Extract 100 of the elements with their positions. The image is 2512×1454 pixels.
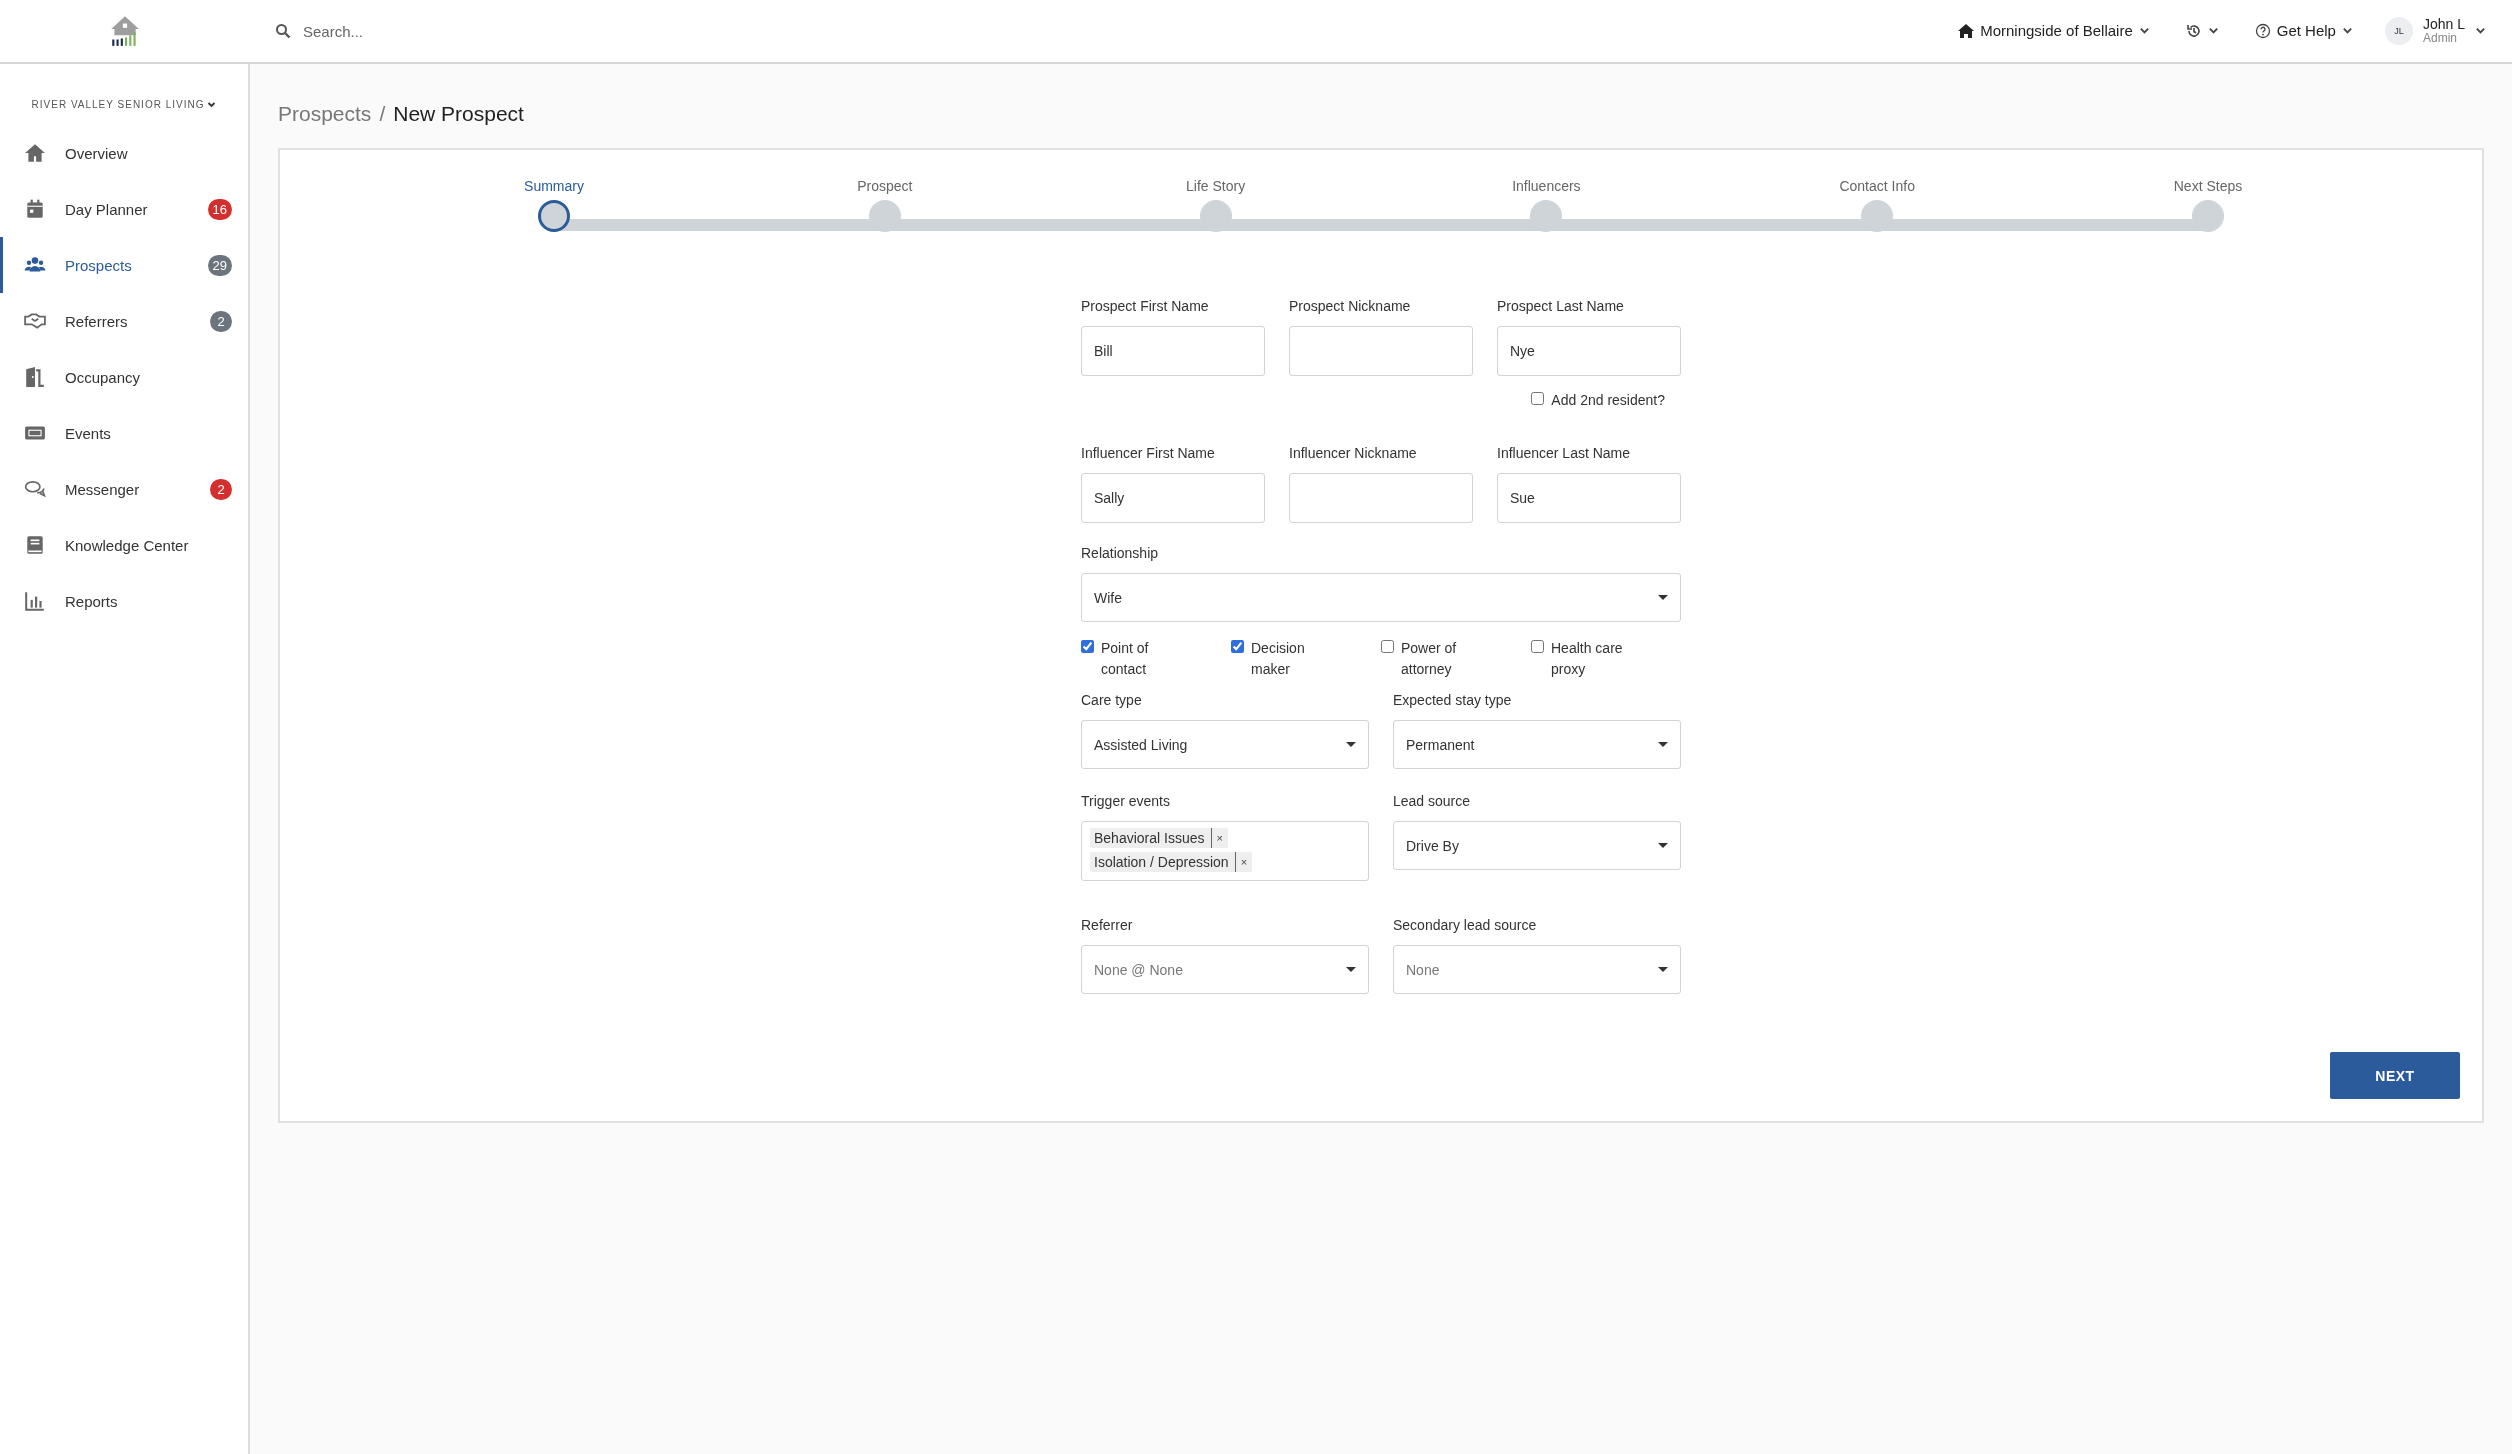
- nav-label: Events: [65, 424, 111, 442]
- sidebar-nav-item[interactable]: Reports: [0, 573, 248, 629]
- text-field[interactable]: Bill: [1081, 326, 1265, 376]
- breadcrumb-separator: /: [379, 102, 386, 126]
- text-field[interactable]: Sally: [1081, 473, 1265, 523]
- checkbox[interactable]: [1531, 640, 1544, 653]
- caret-down-icon: [1658, 967, 1668, 972]
- sidebar-nav-item[interactable]: Events: [0, 405, 248, 461]
- caret-down-icon: [1658, 595, 1668, 600]
- count-badge: 29: [207, 254, 232, 276]
- sidebar-nav-item[interactable]: Knowledge Center: [0, 517, 248, 573]
- checkbox[interactable]: [1381, 640, 1394, 653]
- book-icon: [24, 534, 46, 556]
- field-label: Care type: [1081, 692, 1143, 708]
- caret-down-icon: [1346, 742, 1356, 747]
- checkbox[interactable]: [1531, 392, 1545, 405]
- step-marker[interactable]: [538, 200, 570, 232]
- text-field[interactable]: Nye: [1497, 326, 1681, 376]
- sidebar-nav-item[interactable]: Day Planner 16: [0, 181, 248, 237]
- text-field[interactable]: [1289, 326, 1473, 376]
- chevron-down-icon: [2475, 25, 2486, 37]
- text-field[interactable]: [1289, 473, 1473, 523]
- caret-down-icon: [1658, 843, 1668, 848]
- organization-selector[interactable]: RIVER VALLEY SENIOR LIVING: [25, 98, 223, 111]
- field-label: Trigger events: [1081, 793, 1171, 809]
- user-name: John L: [2422, 16, 2465, 33]
- chevron-down-icon: [2341, 25, 2353, 37]
- sidebar-nav-item[interactable]: Referrers 2: [0, 293, 248, 349]
- field-label: Lead source: [1393, 793, 1472, 809]
- field-label: Influencer Nickname: [1289, 445, 1418, 461]
- sidebar-nav-item[interactable]: Messenger 2: [0, 461, 248, 517]
- field-label: Expected stay type: [1393, 692, 1513, 708]
- dropdown-field[interactable]: Permanent: [1393, 720, 1681, 769]
- checkbox-label: Health care proxy: [1551, 639, 1624, 679]
- field-label: Prospect Last Name: [1497, 298, 1625, 314]
- nav-label: Knowledge Center: [65, 536, 189, 554]
- field-label: Prospect Nickname: [1289, 298, 1412, 314]
- checkbox-label: Power of attorney: [1401, 639, 1458, 679]
- field-label: Relationship: [1081, 545, 1160, 561]
- dropdown-field[interactable]: None @ None: [1081, 945, 1369, 994]
- step-label[interactable]: Next Steps: [2173, 178, 2243, 194]
- dropdown-field[interactable]: Wife: [1081, 573, 1681, 622]
- calendar-icon: [24, 198, 46, 220]
- chat-bubbles-icon: [24, 478, 46, 500]
- multi-select-field[interactable]: Behavioral Issues × Isolation / Depression ×: [1081, 821, 1369, 881]
- count-badge: 2: [210, 310, 232, 332]
- home-icon: [24, 142, 46, 164]
- nav-label: Messenger: [65, 480, 140, 498]
- community-selector[interactable]: Morningside of Bellaire: [1954, 18, 2154, 44]
- step-label[interactable]: Prospect: [857, 178, 913, 194]
- user-role: Admin: [2422, 32, 2457, 46]
- dropdown-field[interactable]: Assisted Living: [1081, 720, 1369, 769]
- checkbox-label: Add 2nd resident?: [1551, 391, 1665, 410]
- step-label[interactable]: Influencers: [1512, 178, 1581, 194]
- search-icon: [275, 23, 291, 39]
- step-label[interactable]: Contact Info: [1839, 178, 1915, 194]
- remove-tag-button[interactable]: ×: [1235, 856, 1253, 868]
- field-label: Secondary lead source: [1393, 917, 1538, 933]
- sidebar-nav-item[interactable]: Occupancy: [0, 349, 248, 405]
- field-label: Referrer: [1081, 917, 1134, 933]
- checkbox-label: Decision maker: [1251, 639, 1306, 679]
- page-title: New Prospect: [393, 102, 524, 126]
- home-icon: [1958, 23, 1975, 39]
- step-label[interactable]: Summary: [524, 178, 584, 194]
- checkbox-label: Point of contact: [1101, 639, 1150, 679]
- chevron-down-icon: [2138, 25, 2150, 37]
- remove-tag-button[interactable]: ×: [1211, 832, 1228, 844]
- next-button[interactable]: NEXT: [2330, 1052, 2460, 1099]
- nav-label: Overview: [65, 144, 128, 162]
- checkbox[interactable]: [1081, 640, 1094, 653]
- step-marker[interactable]: [2192, 200, 2224, 232]
- door-icon: [24, 366, 46, 388]
- nav-label: Occupancy: [65, 368, 141, 386]
- history-icon: [2185, 23, 2202, 39]
- caret-down-icon: [1346, 967, 1356, 972]
- tag-text: Isolation / Depression: [1090, 852, 1236, 872]
- sidebar-nav-item[interactable]: Prospects 29: [0, 237, 248, 293]
- tag-text: Behavioral Issues: [1090, 828, 1212, 848]
- field-label: Influencer Last Name: [1497, 445, 1632, 461]
- question-circle-icon: [2254, 23, 2271, 39]
- nav-label: Day Planner: [65, 200, 148, 218]
- dropdown-field[interactable]: Drive By: [1393, 821, 1681, 870]
- field-label: Prospect First Name: [1081, 298, 1210, 314]
- count-badge: 2: [210, 478, 232, 500]
- user-menu-button[interactable]: JL John L Admin: [2384, 16, 2486, 46]
- user-avatar: JL: [2384, 17, 2413, 45]
- caret-down-icon: [1658, 742, 1668, 747]
- step-label[interactable]: Life Story: [1186, 178, 1246, 194]
- search-field[interactable]: Search...: [301, 21, 605, 41]
- nav-label: Referrers: [65, 312, 128, 330]
- help-menu-button[interactable]: Get Help: [2250, 18, 2357, 44]
- field-label: Influencer First Name: [1081, 445, 1216, 461]
- count-badge: 16: [207, 198, 232, 220]
- sidebar-nav-item[interactable]: Overview: [0, 125, 248, 181]
- nav-label: Reports: [65, 592, 118, 610]
- breadcrumb-link[interactable]: Prospects: [278, 102, 372, 126]
- dropdown-field[interactable]: None: [1393, 945, 1681, 994]
- text-field[interactable]: Sue: [1497, 473, 1681, 523]
- chevron-down-icon: [207, 100, 217, 109]
- checkbox[interactable]: [1231, 640, 1244, 653]
